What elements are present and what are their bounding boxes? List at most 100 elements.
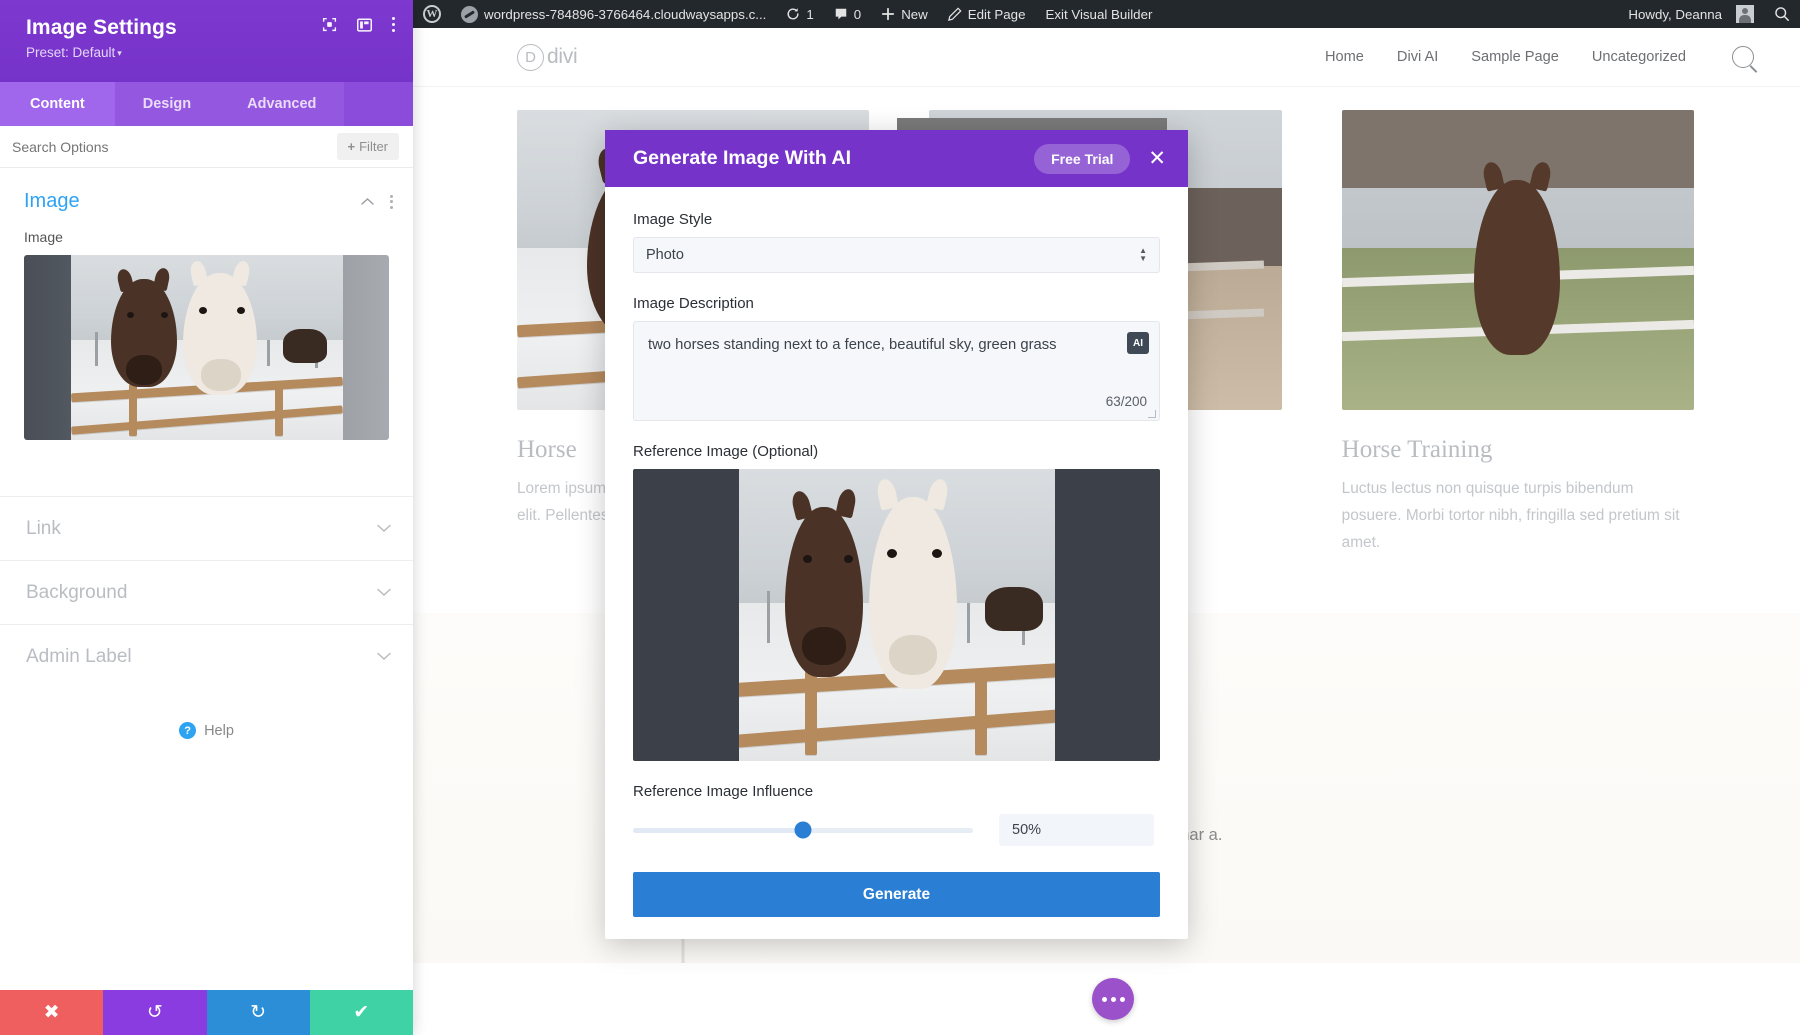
close-icon[interactable]: ✕ xyxy=(1148,148,1166,169)
slider-fill xyxy=(633,828,803,833)
section-more-options-icon[interactable] xyxy=(390,195,393,209)
redo-button[interactable]: ↻ xyxy=(207,990,310,1035)
free-trial-badge[interactable]: Free Trial xyxy=(1034,144,1130,174)
edit-page-link[interactable]: Edit Page xyxy=(938,0,1036,28)
modal-header: Generate Image With AI Free Trial ✕ xyxy=(605,130,1188,187)
fullscreen-icon[interactable] xyxy=(322,17,337,32)
wordpress-admin-bar: W wordpress-784896-3766464.cloudwaysapps… xyxy=(413,0,1800,28)
comments-count: 0 xyxy=(854,7,861,22)
image-field-label: Image xyxy=(0,223,413,253)
new-label: New xyxy=(901,7,928,22)
influence-value: 50% xyxy=(1012,822,1041,838)
panel-preset-selector[interactable]: Preset: Default▾ xyxy=(26,45,391,60)
help-button[interactable]: ? Help xyxy=(0,722,413,739)
slider-handle[interactable] xyxy=(795,822,812,839)
sidebar-item-admin-label[interactable]: Admin Label xyxy=(0,624,413,688)
section-controls xyxy=(361,194,393,209)
reference-image-label: Reference Image (Optional) xyxy=(633,443,1160,460)
chevron-down-icon xyxy=(377,520,391,537)
discard-changes-button[interactable]: ✖ xyxy=(0,990,103,1035)
help-label: Help xyxy=(204,723,234,739)
chevron-down-icon xyxy=(377,584,391,601)
panel-preset-label: Preset: Default xyxy=(26,45,115,60)
panel-more-options-icon[interactable] xyxy=(392,17,395,32)
chevron-up-icon[interactable] xyxy=(361,194,374,209)
nav-item-sample-page[interactable]: Sample Page xyxy=(1471,49,1559,65)
modal-header-actions: Free Trial ✕ xyxy=(1034,144,1166,174)
sidebar-item-label: Admin Label xyxy=(26,646,132,668)
updates-icon xyxy=(786,7,800,21)
panel-body: Image Image xyxy=(0,168,413,990)
image-thumbnail-preview[interactable] xyxy=(24,255,389,440)
redo-icon: ↻ xyxy=(250,1001,266,1024)
search-icon xyxy=(1774,6,1790,22)
image-description-input[interactable]: two horses standing next to a fence, bea… xyxy=(633,321,1160,421)
admin-bar-right: Howdy, Deanna xyxy=(1618,0,1800,28)
edit-page-label: Edit Page xyxy=(968,7,1026,22)
tab-design[interactable]: Design xyxy=(115,82,219,126)
character-counter: 63/200 xyxy=(1106,392,1147,412)
undo-button[interactable]: ↺ xyxy=(103,990,206,1035)
plus-icon xyxy=(881,7,895,21)
dashboard-icon xyxy=(461,6,478,23)
divi-logo-icon: D xyxy=(517,44,544,71)
howdy-label: Howdy, Deanna xyxy=(1628,7,1722,22)
reference-horse-photo xyxy=(739,469,1055,761)
nav-item-divi-ai[interactable]: Divi AI xyxy=(1397,49,1438,65)
section-image-header[interactable]: Image xyxy=(0,168,413,223)
image-style-select[interactable]: Photo ▲▼ xyxy=(633,237,1160,273)
influence-value-field[interactable]: 50% xyxy=(999,814,1154,846)
tab-advanced[interactable]: Advanced xyxy=(219,82,344,126)
sidebar-item-background[interactable]: Background xyxy=(0,560,413,624)
pencil-icon xyxy=(948,7,962,21)
sidebar-item-label: Background xyxy=(26,582,127,604)
search-input[interactable] xyxy=(12,139,283,155)
updates-menu[interactable]: 1 xyxy=(776,0,823,28)
new-content-menu[interactable]: New xyxy=(871,0,938,28)
site-logo[interactable]: D divi xyxy=(517,44,577,71)
site-name-menu[interactable]: wordpress-784896-3766464.cloudwaysapps.c… xyxy=(451,0,776,28)
image-style-value: Photo xyxy=(646,247,684,263)
section-title: Image xyxy=(24,190,80,213)
filter-button[interactable]: +Filter xyxy=(337,133,399,160)
exit-visual-builder-link[interactable]: Exit Visual Builder xyxy=(1035,0,1162,28)
site-navigation: Home Divi AI Sample Page Uncategorized xyxy=(1325,46,1754,68)
tab-content[interactable]: Content xyxy=(0,82,115,126)
question-mark-icon: ? xyxy=(179,722,196,739)
avatar xyxy=(1736,5,1754,23)
sidebar-item-link[interactable]: Link xyxy=(0,496,413,560)
card-text: Luctus lectus non quisque turpis bibendu… xyxy=(1342,476,1694,557)
reference-image-preview[interactable] xyxy=(633,469,1160,761)
page-settings-fab[interactable] xyxy=(1092,978,1134,1020)
my-account-menu[interactable]: Howdy, Deanna xyxy=(1618,0,1764,28)
save-button[interactable]: ✔ xyxy=(310,990,413,1035)
admin-bar-search-button[interactable] xyxy=(1764,0,1800,28)
nav-item-home[interactable]: Home xyxy=(1325,49,1364,65)
site-header: D divi Home Divi AI Sample Page Uncatego… xyxy=(413,28,1800,86)
checkmark-icon: ✔ xyxy=(353,1001,369,1024)
comments-menu[interactable]: 0 xyxy=(824,0,871,28)
filter-label: Filter xyxy=(359,139,388,154)
ai-icon[interactable]: AI xyxy=(1127,332,1149,354)
nav-item-uncategorized[interactable]: Uncategorized xyxy=(1592,49,1686,65)
image-description-label: Image Description xyxy=(633,295,1160,312)
modal-footer: Generate xyxy=(605,846,1188,939)
wp-logo-menu[interactable]: W xyxy=(413,0,451,28)
panel-footer-toolbar: ✖ ↺ ↻ ✔ xyxy=(0,990,413,1035)
influence-slider[interactable] xyxy=(633,828,973,833)
undo-icon: ↺ xyxy=(147,1001,163,1024)
sidebar-item-label: Link xyxy=(26,518,61,540)
image-style-label: Image Style xyxy=(633,211,1160,228)
horse-photo-thumbnail xyxy=(71,255,343,440)
generate-button[interactable]: Generate xyxy=(633,872,1160,917)
resize-handle[interactable] xyxy=(1148,410,1156,418)
app-root: Image Settings Preset: Default▾ Content … xyxy=(0,0,1800,1035)
site-search-icon[interactable] xyxy=(1732,46,1754,68)
layout-panel-icon[interactable] xyxy=(357,18,372,32)
wordpress-logo-icon: W xyxy=(423,5,441,23)
panel-header: Image Settings Preset: Default▾ xyxy=(0,0,413,82)
panel-tabs: Content Design Advanced xyxy=(0,82,413,126)
comment-icon xyxy=(834,7,848,21)
plus-icon: + xyxy=(348,139,356,154)
updates-count: 1 xyxy=(806,7,813,22)
